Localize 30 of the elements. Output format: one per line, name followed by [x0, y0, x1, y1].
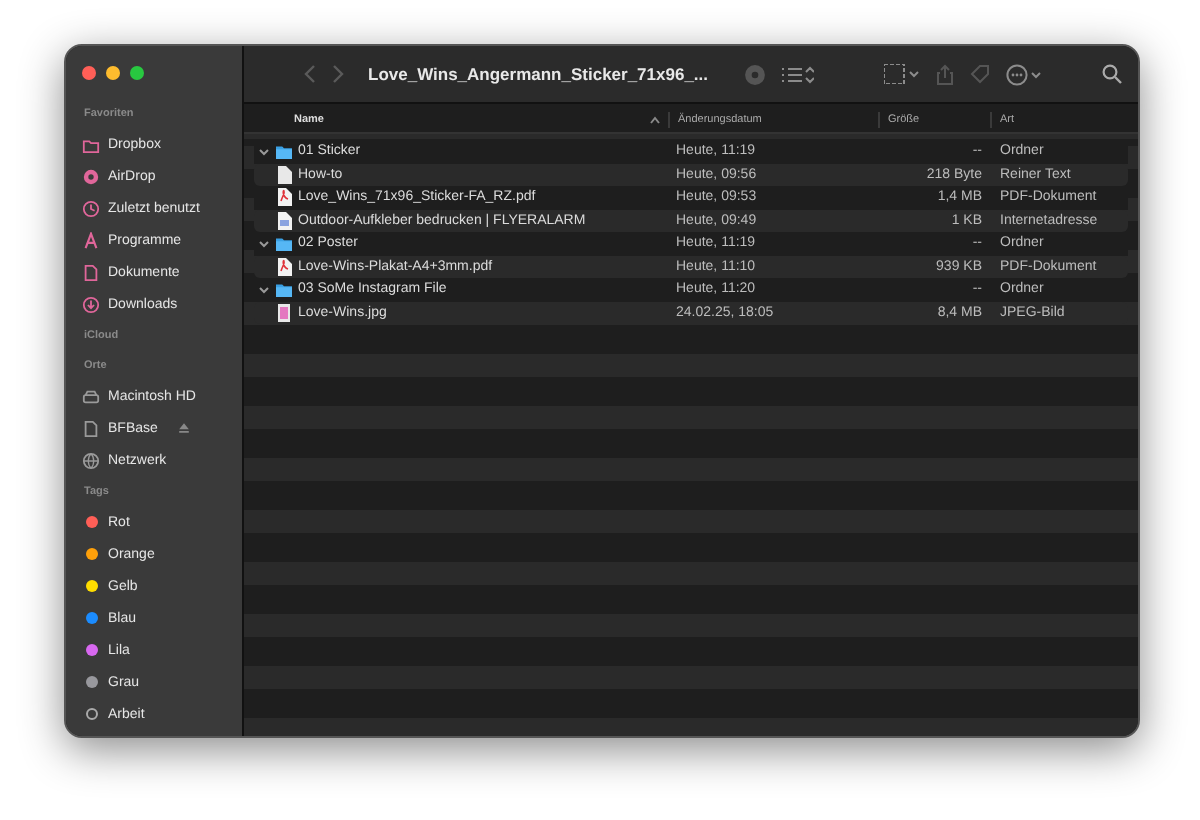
window-title: Love_Wins_Angermann_Sticker_71x96_...	[368, 64, 709, 84]
tag-dot	[85, 708, 97, 720]
list-view-icon[interactable]	[782, 65, 815, 83]
disclosure-icon[interactable]	[258, 237, 270, 250]
folder-icon	[82, 135, 100, 153]
document-icon	[82, 263, 100, 281]
close-button[interactable]	[82, 66, 96, 80]
folder-icon	[276, 142, 292, 161]
more-icon[interactable]	[1006, 63, 1042, 85]
document-icon	[82, 419, 100, 437]
pdf-file-icon	[276, 188, 292, 207]
airdrop-icon	[82, 167, 100, 185]
pdf-file-icon	[276, 257, 292, 276]
link-file-icon	[276, 211, 292, 230]
drive-icon	[82, 387, 100, 405]
minimize-button[interactable]	[106, 66, 120, 80]
globe-icon	[82, 451, 100, 469]
disclosure-icon[interactable]	[258, 283, 270, 296]
search-icon[interactable]	[1102, 64, 1122, 84]
zoom-button[interactable]	[130, 66, 144, 80]
download-icon	[82, 295, 100, 313]
text-file-icon	[276, 165, 292, 184]
eject-icon[interactable]	[177, 422, 190, 434]
clock-icon	[82, 199, 100, 217]
folder-icon	[276, 234, 292, 253]
grid-view-icon[interactable]	[884, 64, 920, 84]
folder-icon	[276, 280, 292, 299]
image-file-icon	[276, 303, 292, 322]
apps-icon	[82, 231, 100, 249]
disclosure-icon[interactable]	[258, 145, 270, 158]
